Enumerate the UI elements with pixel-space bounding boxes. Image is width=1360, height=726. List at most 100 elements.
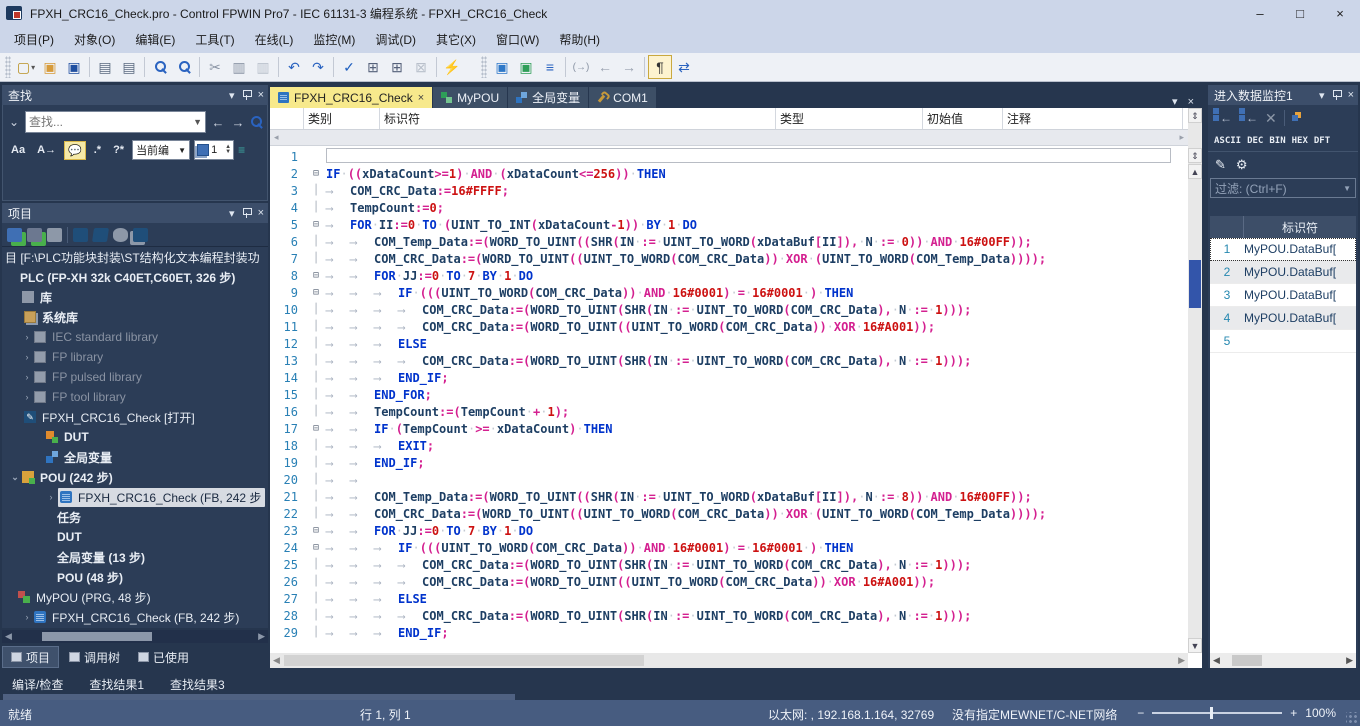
verify-button[interactable]: ✓ bbox=[337, 55, 361, 79]
code-line[interactable]: 7│⟶⟶COM_CRC_Data:=(WORD_TO_UINT((UINT_TO… bbox=[270, 250, 1188, 267]
chevron-down-icon[interactable]: ▾ bbox=[1172, 95, 1178, 108]
splitter-icon[interactable]: ⇕ bbox=[1188, 148, 1202, 163]
fold-margin[interactable]: ⊟ bbox=[306, 168, 326, 179]
code-line[interactable]: 20│⟶⟶ bbox=[270, 471, 1188, 488]
menu-item-2[interactable]: 编辑(E) bbox=[125, 27, 185, 52]
var-grid-header-3[interactable]: 初始值 bbox=[923, 108, 1003, 129]
scroll-left-icon[interactable]: ◀ bbox=[273, 653, 280, 668]
tree-item-fp-tool-library[interactable]: ›FP tool library bbox=[2, 387, 268, 407]
show-whitespace-button[interactable]: ¶ bbox=[648, 55, 672, 79]
radix-button-dft[interactable]: DFT bbox=[1314, 136, 1330, 146]
code-line[interactable]: 9⊟⟶⟶⟶IF·(((UINT_TO_WORD(COM_CRC_Data))·A… bbox=[270, 284, 1188, 301]
monitor-brackets-button[interactable]: (→) bbox=[569, 55, 593, 79]
code-line[interactable]: 15│⟶⟶END_FOR; bbox=[270, 386, 1188, 403]
search-input[interactable] bbox=[29, 115, 193, 129]
fold-margin[interactable]: │ bbox=[306, 338, 326, 349]
code-line[interactable]: 16│⟶⟶TempCount:=(TempCount·+·1); bbox=[270, 403, 1188, 420]
code-line[interactable]: 28│⟶⟶⟶⟶COM_CRC_Data:=(WORD_TO_UINT(SHR(I… bbox=[270, 607, 1188, 624]
code-line[interactable]: 5⊟⟶FOR·II:=0·TO·(UINT_TO_INT(xDataCount-… bbox=[270, 216, 1188, 233]
recompile-button[interactable]: ⊠ bbox=[409, 55, 433, 79]
radix-button-dec[interactable]: DEC bbox=[1247, 136, 1263, 146]
print-button[interactable]: ▤ bbox=[117, 55, 141, 79]
tree-item-tasks[interactable]: 任务 bbox=[2, 507, 268, 527]
menu-item-9[interactable]: 帮助(H) bbox=[549, 27, 610, 52]
chevron-icon[interactable]: ⌄ bbox=[8, 472, 22, 483]
code-line[interactable]: 18│⟶⟶⟶EXIT; bbox=[270, 437, 1188, 454]
code-line[interactable]: 21│⟶⟶COM_Temp_Data:=(WORD_TO_UINT((SHR(I… bbox=[270, 488, 1188, 505]
find-next-button[interactable]: → bbox=[230, 115, 246, 130]
fold-margin[interactable]: │ bbox=[306, 457, 326, 468]
search-scope-select[interactable]: 当前编 ▼ bbox=[132, 140, 190, 160]
code-line[interactable]: 11│⟶⟶⟶⟶COM_CRC_Data:=(WORD_TO_UINT((UINT… bbox=[270, 318, 1188, 335]
chevron-icon[interactable]: › bbox=[44, 492, 58, 502]
save-button[interactable]: ▣ bbox=[62, 55, 86, 79]
fold-margin[interactable]: │ bbox=[306, 406, 326, 417]
print-preview-button[interactable]: ▤ bbox=[93, 55, 117, 79]
fold-margin[interactable]: │ bbox=[306, 253, 326, 264]
chevron-down-icon[interactable]: ▼ bbox=[193, 117, 202, 127]
online-mode-button[interactable]: ⚡ bbox=[440, 55, 464, 79]
add-to-list-icon[interactable]: ≡ bbox=[238, 143, 245, 157]
new-window-icon[interactable] bbox=[73, 228, 88, 242]
find-expander-icon[interactable]: ⌄ bbox=[7, 115, 21, 129]
whole-word-button[interactable]: A→ bbox=[33, 141, 60, 159]
wildcard-button[interactable]: ?* bbox=[109, 141, 128, 159]
project-tree-hscrollbar[interactable]: ◀ ▶ bbox=[2, 630, 268, 643]
find-search-combo[interactable]: ▼ bbox=[25, 111, 206, 133]
tree-item-fp-pulsed-library[interactable]: ›FP pulsed library bbox=[2, 367, 268, 387]
code-line[interactable]: 29│⟶⟶⟶END_IF; bbox=[270, 624, 1188, 641]
menu-item-1[interactable]: 对象(O) bbox=[64, 27, 125, 52]
code-line[interactable]: 12│⟶⟶⟶ELSE bbox=[270, 335, 1188, 352]
tree-item-global-vars[interactable]: 全局变量 bbox=[2, 447, 268, 467]
fold-margin[interactable]: │ bbox=[306, 304, 326, 315]
fold-margin[interactable]: │ bbox=[306, 627, 326, 638]
close-icon[interactable]: × bbox=[1188, 96, 1194, 108]
zoom-in-button[interactable]: + bbox=[1290, 706, 1297, 720]
fold-margin[interactable]: │ bbox=[306, 372, 326, 383]
zoom-slider-thumb[interactable] bbox=[1210, 707, 1213, 719]
splitter-icon[interactable]: ⇕ bbox=[1188, 108, 1202, 123]
scroll-left-icon[interactable]: ◂ bbox=[274, 132, 279, 143]
code-line[interactable]: 1 bbox=[270, 148, 1188, 165]
st-code-editor[interactable]: 12⊟IF·((xDataCount>=1)·AND·(xDataCount<=… bbox=[270, 148, 1188, 653]
var-grid-header-0[interactable]: 类别 bbox=[304, 108, 380, 129]
scroll-right-icon[interactable]: ▶ bbox=[1178, 653, 1185, 668]
fold-margin[interactable]: │ bbox=[306, 440, 326, 451]
format-indent-button[interactable]: ≡ bbox=[538, 55, 562, 79]
fold-margin[interactable]: │ bbox=[306, 474, 326, 485]
watch-row[interactable]: 5 bbox=[1210, 330, 1356, 353]
fold-margin[interactable]: │ bbox=[306, 185, 326, 196]
paste-button[interactable]: ▥ bbox=[251, 55, 275, 79]
chevron-icon[interactable]: › bbox=[20, 352, 34, 362]
dock-tab-调用树[interactable]: 调用树 bbox=[61, 646, 128, 668]
match-case-button[interactable]: Aa bbox=[7, 141, 29, 159]
code-line[interactable]: 2⊟IF·((xDataCount>=1)·AND·(xDataCount<=2… bbox=[270, 165, 1188, 182]
fold-margin[interactable]: │ bbox=[306, 576, 326, 587]
tree-item-dut[interactable]: DUT bbox=[2, 427, 268, 447]
code-line[interactable]: 25│⟶⟶⟶⟶COM_CRC_Data:=(WORD_TO_UINT(SHR(I… bbox=[270, 556, 1188, 573]
view-icon[interactable] bbox=[113, 228, 128, 242]
find-in-files-button[interactable] bbox=[172, 55, 196, 79]
tree-item-pou-48[interactable]: POU (48 步) bbox=[2, 567, 268, 587]
scroll-right-icon[interactable]: ▶ bbox=[1346, 653, 1353, 668]
output-tab-1[interactable]: 查找结果1 bbox=[89, 676, 144, 693]
editor-hscrollbar[interactable]: ◀ ▶ bbox=[270, 653, 1188, 668]
fold-margin[interactable]: │ bbox=[306, 559, 326, 570]
monitor-hscrollbar[interactable]: ◀ ▶ bbox=[1210, 653, 1356, 668]
hscroll-thumb[interactable] bbox=[42, 632, 152, 641]
var-grid-header-1[interactable]: 标识符 bbox=[380, 108, 776, 129]
resize-grip[interactable] bbox=[1346, 712, 1358, 724]
properties-icon[interactable] bbox=[133, 228, 148, 242]
tree-item-pou[interactable]: ⌄POU (242 步) bbox=[2, 467, 268, 487]
add-pou-icon[interactable] bbox=[7, 228, 22, 242]
code-line[interactable]: 13│⟶⟶⟶⟶COM_CRC_Data:=(WORD_TO_UINT(SHR(I… bbox=[270, 352, 1188, 369]
menu-item-6[interactable]: 调试(D) bbox=[365, 27, 426, 52]
delete-row-icon[interactable]: ✕ bbox=[1265, 110, 1277, 127]
code-line[interactable]: 23⊟⟶⟶FOR·JJ:=0·TO·7·BY·1·DO bbox=[270, 522, 1188, 539]
jump-forward-button[interactable]: → bbox=[617, 55, 641, 79]
code-line[interactable]: 19│⟶⟶END_IF; bbox=[270, 454, 1188, 471]
tree-item-mypou[interactable]: MyPOU (PRG, 48 步) bbox=[2, 587, 268, 607]
scroll-up-icon[interactable]: ▲ bbox=[1188, 164, 1202, 179]
window-cascade-button[interactable]: ▣ bbox=[514, 55, 538, 79]
radix-button-bin[interactable]: BIN bbox=[1269, 136, 1285, 146]
